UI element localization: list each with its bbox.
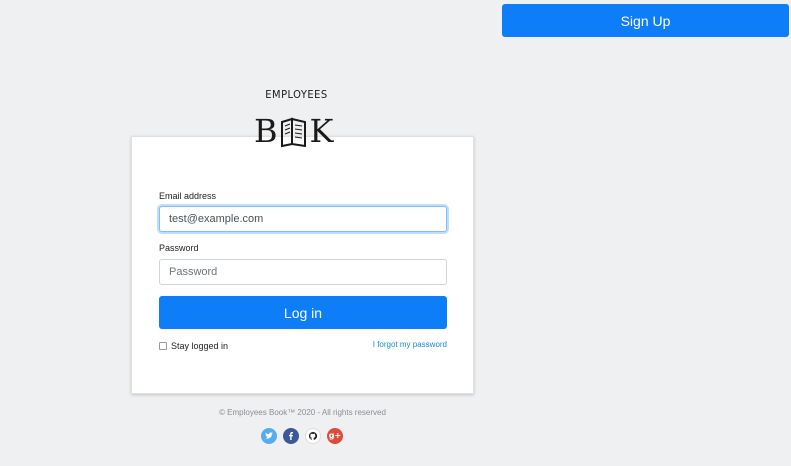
book-icon (277, 114, 311, 148)
password-field[interactable] (159, 259, 447, 285)
facebook-icon[interactable] (283, 428, 299, 444)
github-icon[interactable] (305, 428, 321, 444)
password-label: Password (159, 243, 199, 253)
stay-logged-in[interactable]: Stay logged in (159, 340, 228, 352)
social-links: g+ (261, 428, 343, 444)
logo-letter-b: B (254, 112, 278, 150)
stay-logged-in-checkbox[interactable] (159, 342, 167, 350)
email-label: Email address (159, 191, 217, 201)
logo-letter-k: K (309, 112, 334, 150)
stay-logged-in-label: Stay logged in (171, 341, 229, 351)
google-plus-icon[interactable]: g+ (327, 428, 343, 444)
twitter-icon[interactable] (261, 428, 277, 444)
forgot-password-link[interactable]: I forgot my password (355, 340, 447, 349)
email-field[interactable] (159, 206, 447, 232)
login-page: Sign Up EMPLOYEES B K Email address Pass… (0, 0, 791, 466)
copyright-text: © Employees Book™ 2020 - All rights rese… (219, 408, 386, 417)
brand-employees-text: EMPLOYEES (265, 88, 328, 101)
brand-logo: B K (254, 112, 346, 150)
signup-button[interactable]: Sign Up (502, 4, 789, 37)
login-button[interactable]: Log in (159, 296, 447, 329)
